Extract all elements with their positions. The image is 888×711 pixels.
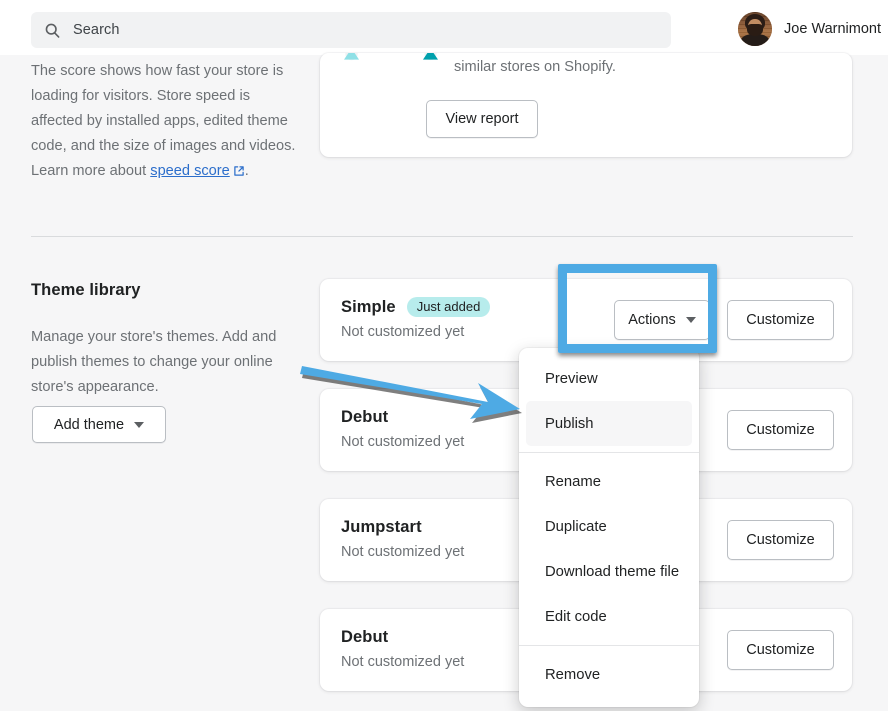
theme-subtitle: Not customized yet [341,654,465,670]
menu-item-preview[interactable]: Preview [526,356,692,401]
customize-label: Customize [746,312,815,328]
account-menu-button[interactable]: Joe Warnimont [738,11,881,47]
search-placeholder-text: Search [73,22,120,38]
theme-name: Debut [341,627,389,646]
external-link-icon [233,161,245,186]
menu-item-label: Preview [545,370,598,387]
menu-item-label: Remove [545,666,601,683]
menu-item-label: Download theme file [545,563,680,580]
customize-button[interactable]: Customize [727,300,834,340]
menu-item-label: Publish [545,415,594,432]
speed-gauge-chart [344,53,438,61]
shopify-themes-page: Search Joe Warnimont The score shows how… [0,0,888,711]
theme-info: Debut Not customized yet [341,626,465,671]
menu-separator [519,452,699,453]
theme-info: Simple Just added Not customized yet [341,296,491,340]
menu-item-remove[interactable]: Remove [526,652,692,697]
theme-subtitle: Not customized yet [341,544,465,560]
speed-score-description: The score shows how fast your store is l… [31,59,299,186]
speed-card-text: similar stores on Shopify. [454,59,616,75]
customize-button[interactable]: Customize [727,520,834,560]
speed-score-card: similar stores on Shopify. View report [320,53,852,157]
actions-dropdown-menu: Preview Publish Rename Duplicate Downloa… [519,348,699,707]
speed-description-text: The score shows how fast your store is l… [31,63,296,179]
menu-separator [519,645,699,646]
menu-item-download-theme-file[interactable]: Download theme file [526,549,692,594]
theme-library-heading: Theme library [31,281,141,299]
menu-item-label: Edit code [545,608,607,625]
theme-info: Jumpstart Not customized yet [341,516,465,561]
theme-info: Debut Not customized yet [341,406,465,451]
menu-item-rename[interactable]: Rename [526,459,692,504]
customize-button[interactable]: Customize [727,410,834,450]
avatar [738,12,773,46]
section-divider [31,236,853,237]
view-report-button[interactable]: View report [426,100,538,138]
actions-label: Actions [628,312,676,328]
view-report-label: View report [445,111,519,127]
speed-description-period: . [244,163,249,179]
theme-row-actions: Actions Customize [614,300,834,340]
theme-subtitle: Not customized yet [341,434,465,450]
account-name-label: Joe Warnimont [784,21,881,37]
customize-label: Customize [746,532,815,548]
speed-score-link[interactable]: speed score [150,163,230,179]
top-navigation-bar: Search Joe Warnimont [0,0,888,55]
chevron-down-icon [685,317,696,323]
chevron-down-icon [134,421,145,428]
search-input[interactable]: Search [31,12,671,48]
theme-row-actions: Customize [727,630,834,670]
menu-item-label: Rename [545,473,601,490]
theme-library-description: Manage your store's themes. Add and publ… [31,329,277,395]
add-theme-label: Add theme [53,416,125,433]
theme-name: Debut [341,407,389,426]
add-theme-button[interactable]: Add theme [32,406,166,443]
theme-name: Jumpstart [341,517,422,536]
customize-button[interactable]: Customize [727,630,834,670]
menu-item-publish[interactable]: Publish [526,401,692,446]
menu-item-duplicate[interactable]: Duplicate [526,504,692,549]
theme-row-actions: Customize [727,520,834,560]
customize-label: Customize [746,642,815,658]
status-badge: Just added [406,297,491,317]
actions-button[interactable]: Actions [614,300,710,340]
search-icon [45,23,60,38]
theme-row-actions: Customize [727,410,834,450]
customize-label: Customize [746,422,815,438]
menu-item-edit-code[interactable]: Edit code [526,594,692,639]
theme-name: Simple [341,297,396,316]
theme-subtitle: Not customized yet [341,324,465,340]
menu-item-label: Duplicate [545,518,607,535]
